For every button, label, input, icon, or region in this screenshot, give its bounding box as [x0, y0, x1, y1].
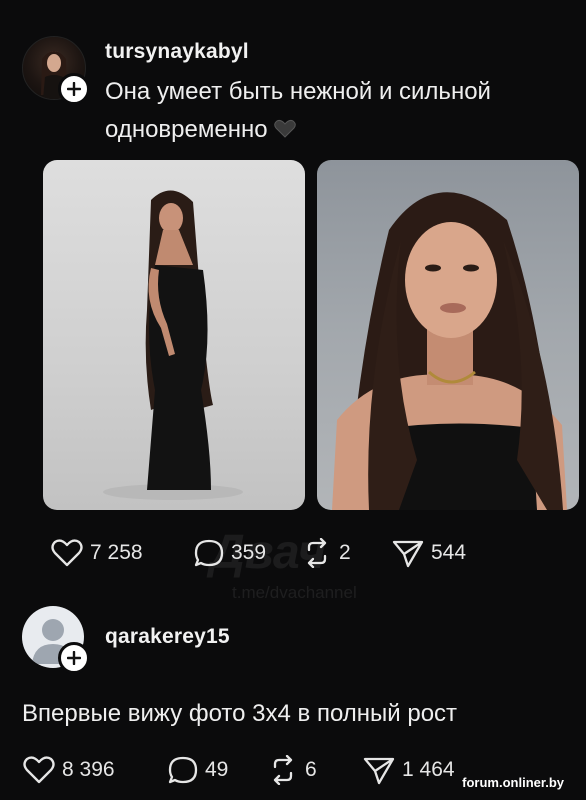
post-caption: Впервые вижу фото 3х4 в полный рост [22, 700, 458, 727]
post-2: qarakerey15 Впервые вижу фото 3х4 в полн… [0, 600, 586, 800]
post-image-1[interactable] [43, 160, 305, 510]
like-button[interactable]: 7 258 [50, 538, 160, 568]
woman-full-length-image [103, 190, 243, 500]
post-1: tursynaykabyl Она умеет быть нежной и си… [0, 0, 586, 590]
repost-button[interactable]: 6 [267, 755, 362, 785]
caption-text: одновременно [105, 116, 268, 143]
share-icon [391, 538, 425, 568]
black-heart-emoji [268, 119, 298, 142]
reply-count: 49 [205, 758, 229, 781]
caption-line: Она умеет быть нежной и сильной [105, 78, 491, 105]
like-count: 7 258 [90, 541, 143, 564]
share-icon [362, 755, 396, 785]
follow-button[interactable] [58, 642, 90, 674]
repost-icon [267, 755, 299, 785]
woman-portrait-image [332, 192, 567, 510]
share-button[interactable]: 544 [391, 538, 491, 568]
black-heart-icon [274, 119, 296, 138]
share-count: 1 464 [402, 758, 455, 781]
post-caption: Она умеет быть нежной и сильной одноврем… [105, 73, 491, 150]
post-image-2[interactable] [317, 160, 579, 510]
repost-count: 6 [305, 758, 317, 781]
reply-button[interactable]: 49 [167, 755, 267, 785]
plus-icon [67, 651, 81, 665]
caption-line: одновременно [105, 111, 491, 150]
comment-icon [167, 755, 199, 785]
post-username[interactable]: tursynaykabyl [105, 40, 249, 64]
like-count: 8 396 [62, 758, 115, 781]
plus-icon [67, 82, 81, 96]
site-watermark: forum.onliner.by [462, 775, 564, 790]
heart-icon [50, 538, 84, 568]
repost-count: 2 [339, 541, 351, 564]
heart-icon [22, 755, 56, 785]
share-button[interactable]: 1 464 [362, 755, 472, 785]
channel-watermark: Двач [210, 526, 326, 579]
post-actions: 8 396 49 6 1 464 [22, 755, 472, 785]
share-count: 544 [431, 541, 467, 564]
like-button[interactable]: 8 396 [22, 755, 152, 785]
post-username[interactable]: qarakerey15 [105, 625, 230, 649]
follow-button[interactable] [58, 73, 90, 105]
